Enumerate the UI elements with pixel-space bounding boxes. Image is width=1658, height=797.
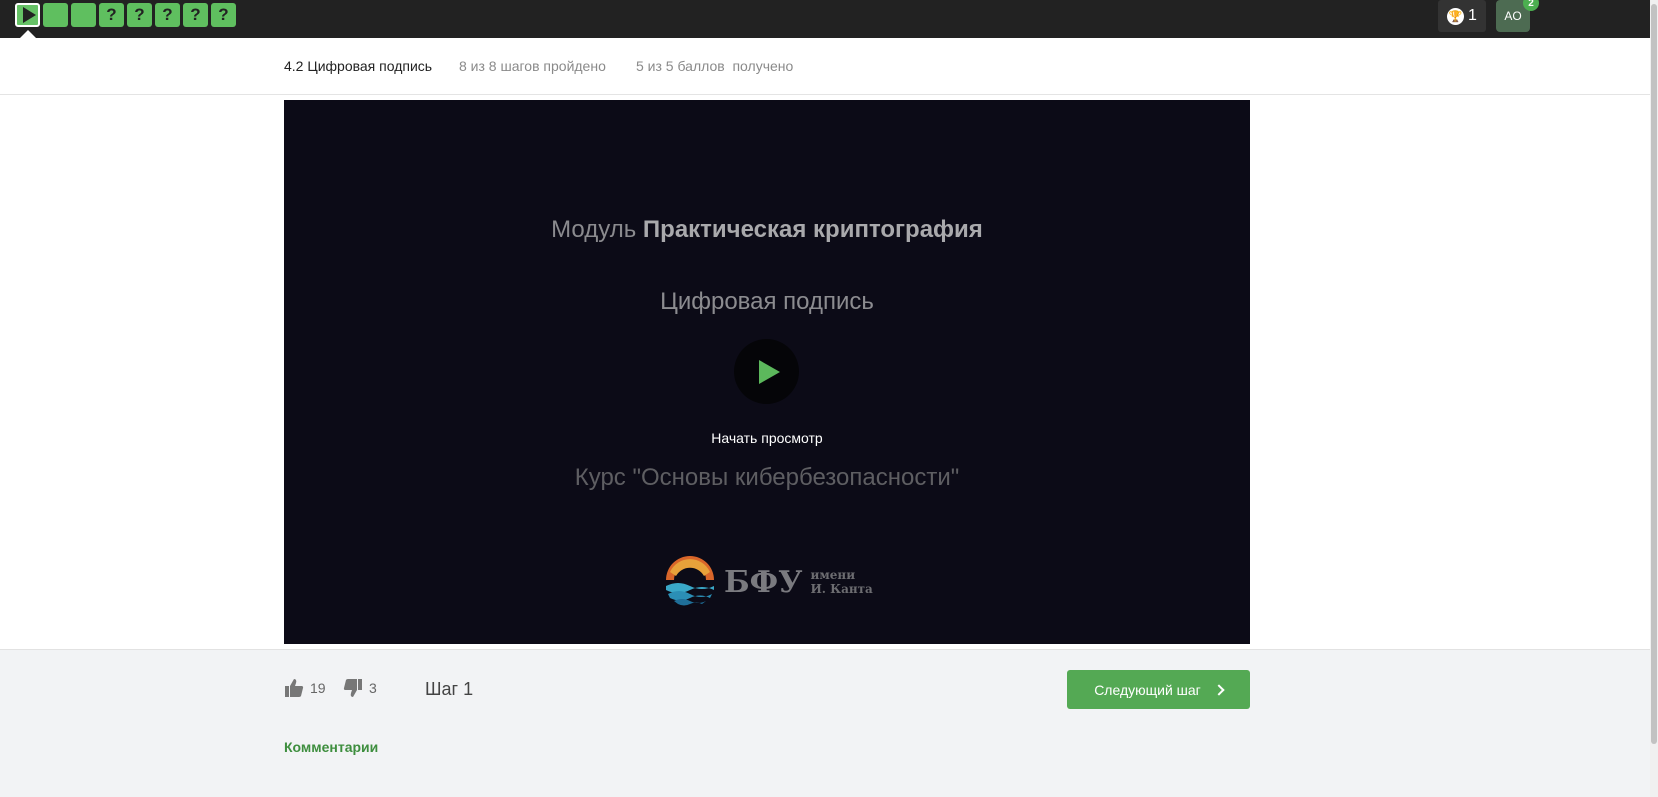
chevron-right-icon [1213, 684, 1225, 696]
logo-name: БФУ [724, 564, 803, 600]
step-2-text[interactable] [43, 3, 68, 27]
step-label: ? [190, 5, 201, 24]
step-label: ? [134, 5, 145, 24]
university-logo: БФУ имени И. Канта [664, 556, 873, 608]
thumbs-down-icon [343, 679, 362, 697]
step-5-quiz[interactable]: ? [127, 3, 152, 27]
video-module-prefix: Модуль [551, 216, 643, 243]
play-icon [22, 7, 36, 23]
video-player[interactable]: Модуль Практическая криптография Цифрова… [284, 100, 1250, 644]
video-topic: Цифровая подпись [660, 288, 874, 315]
video-play-button[interactable] [734, 339, 799, 404]
trophy-icon: 🏆 [1447, 7, 1465, 25]
comments-link[interactable]: Комментарии [284, 739, 378, 755]
top-bar: ? ? ? ? ? 🏆 1 AO 2 [0, 0, 1650, 38]
step-label: ? [162, 5, 173, 24]
step-number: Шаг 1 [425, 679, 474, 699]
achievements-button[interactable]: 🏆 1 [1438, 0, 1486, 32]
step-4-quiz[interactable]: ? [99, 3, 124, 27]
lesson-progress: 8 из 8 шагов пройдено [459, 58, 606, 74]
step-6-quiz[interactable]: ? [155, 3, 180, 27]
avatar-initials: AO [1504, 9, 1522, 23]
step-navigation: ? ? ? ? ? [15, 3, 236, 27]
next-step-label: Следующий шаг [1094, 681, 1201, 698]
play-icon [759, 359, 780, 384]
logo-subtitle: имени И. Канта [810, 568, 872, 596]
start-viewing-label[interactable]: Начать просмотр [284, 430, 1250, 446]
step-label: ? [218, 5, 229, 24]
lesson-score: 5 из 5 баллов получено [636, 58, 794, 74]
dislike-button[interactable]: 3 [343, 678, 377, 698]
step-label: ? [106, 5, 117, 24]
step-footer: 19 3 Шаг 1 Следующий шаг Комментарии [0, 649, 1650, 797]
next-step-button[interactable]: Следующий шаг [1067, 670, 1250, 709]
logo-sub-line1: имени [810, 568, 856, 582]
step-7-quiz[interactable]: ? [183, 3, 208, 27]
video-course-title: Курс "Основы кибербезопасности" [574, 464, 960, 491]
step-8-quiz[interactable]: ? [211, 3, 236, 27]
step-1-video[interactable] [15, 3, 40, 27]
notification-badge[interactable]: 2 [1523, 0, 1539, 11]
wave-logo-icon [665, 556, 715, 607]
scrollbar-thumb[interactable] [1651, 4, 1657, 744]
lesson-title: 4.2 Цифровая подпись [284, 58, 433, 74]
trophy-count: 1 [1468, 7, 1477, 24]
video-module-title: Модуль Практическая криптография [284, 216, 1250, 244]
lesson-header: 4.2 Цифровая подпись 8 из 8 шагов пройде… [0, 38, 1650, 95]
like-button[interactable]: 19 [284, 678, 326, 698]
step-3-text[interactable] [71, 3, 96, 27]
logo-sub-line2: И. Канта [810, 582, 873, 596]
dislike-count: 3 [369, 680, 377, 696]
like-count: 19 [310, 680, 326, 696]
video-module-name: Практическая криптография [642, 216, 983, 243]
thumbs-up-icon [285, 679, 304, 697]
